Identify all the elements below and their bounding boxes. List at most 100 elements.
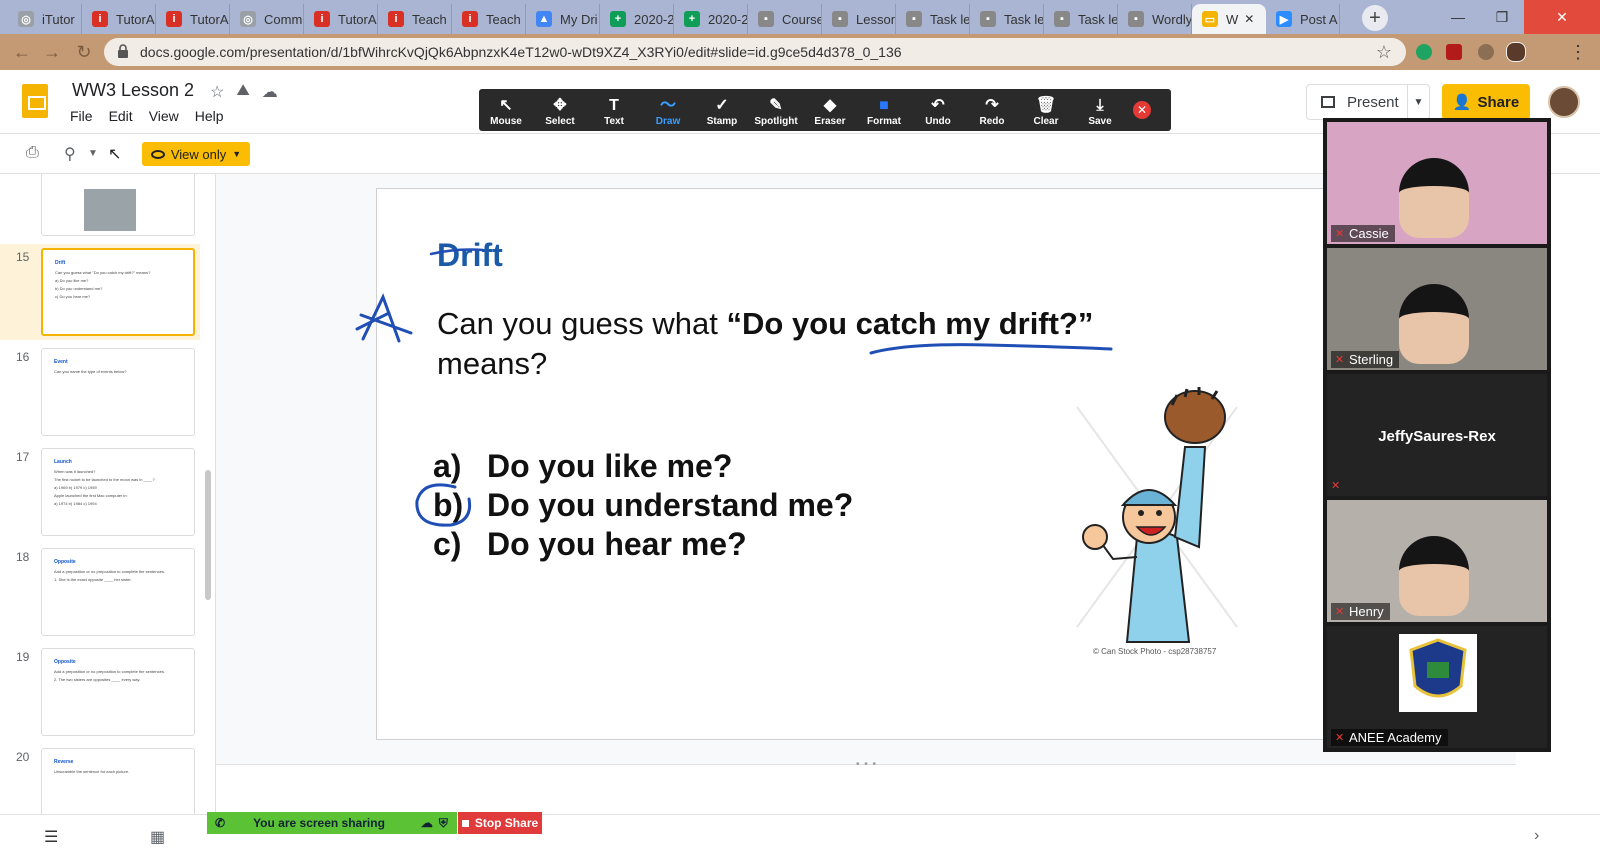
extension-chat-icon[interactable]	[1416, 44, 1432, 60]
reload-icon[interactable]: ↻	[72, 41, 96, 63]
menu-item-view[interactable]: View	[149, 108, 179, 124]
browser-tab[interactable]: ▪ Wordly	[1118, 4, 1192, 34]
slide-thumbnail-item[interactable]	[0, 174, 200, 240]
browser-tab[interactable]: ▪ Task le	[896, 4, 970, 34]
select-cursor-icon[interactable]: ↖	[108, 144, 121, 164]
url-field[interactable]: docs.google.com/presentation/d/1bfWihrcK…	[104, 38, 1406, 66]
browser-tab[interactable]: ▭ W ✕	[1192, 4, 1266, 34]
participant-tile[interactable]: Cassie ✕	[1327, 122, 1547, 244]
back-icon[interactable]: ←	[10, 41, 34, 63]
move-to-drive-icon[interactable]: ⛰	[236, 82, 249, 102]
star-icon[interactable]: ☆	[210, 82, 224, 102]
browser-tab[interactable]: i TutorA	[156, 4, 230, 34]
account-avatar[interactable]	[1548, 86, 1580, 118]
slide-thumbnail-item[interactable]: 15 Drift Can you guess what "Do you catch …	[0, 244, 200, 340]
cloud-status-icon[interactable]: ☁	[262, 82, 278, 102]
browser-tab[interactable]: +2020-2	[674, 4, 748, 34]
browser-tab[interactable]: i TutorA	[304, 4, 378, 34]
close-annotation-icon[interactable]: ✕	[1133, 101, 1151, 119]
annotate-spotlight-button[interactable]: ✎ Spotlight	[749, 89, 803, 131]
browser-tab[interactable]: ▪ Course	[748, 4, 822, 34]
present-dropdown-icon[interactable]: ▼	[1407, 85, 1429, 119]
annotate-draw-button[interactable]: 〜 Draw	[641, 89, 695, 131]
browser-tab[interactable]: ▪ Task le	[970, 4, 1044, 34]
annotate-clear-button[interactable]: 🗑 Clear	[1019, 89, 1073, 131]
browser-menu-icon[interactable]: ⋮	[1566, 41, 1590, 63]
zoom-icon[interactable]: ⚲	[64, 144, 76, 164]
annotate-text-button[interactable]: T Text	[587, 89, 641, 131]
browser-tab[interactable]: ▪ Lesson	[822, 4, 896, 34]
slides-logo-icon[interactable]	[22, 84, 48, 118]
slide-thumbnail-item[interactable]: 18 Opposite Add a preposition or no prepos…	[0, 544, 200, 640]
slide-thumbnail-item[interactable]: 20 Reverse Unscramble the sentence for eac…	[0, 744, 200, 814]
profile-avatar[interactable]	[1506, 42, 1526, 62]
annotate-undo-button[interactable]: ↶ Undo	[911, 89, 965, 131]
view-only-button[interactable]: View only ▼	[142, 142, 250, 166]
annotate-select-button[interactable]: ✥ Select	[533, 89, 587, 131]
document-title[interactable]: WW3 Lesson 2	[72, 80, 194, 101]
slide-thumbnail-item[interactable]: 19 Opposite Add a preposition or no prepos…	[0, 644, 200, 740]
participant-tile[interactable]: ANEE Academy ✕	[1327, 626, 1547, 748]
browser-tab[interactable]: +2020-2	[600, 4, 674, 34]
slide-filmstrip[interactable]: 20 Reverse Unscramble the sentence for eac…	[0, 174, 216, 814]
share-button[interactable]: 👤 Share	[1442, 84, 1530, 120]
menu-item-edit[interactable]: Edit	[109, 108, 133, 124]
thumbnail-title: Launch	[54, 459, 72, 465]
slide-thumbnail[interactable]: Event Can you name the type of events bel…	[41, 348, 195, 436]
participant-tile[interactable]: Sterling ✕	[1327, 248, 1547, 370]
bookmark-star-icon[interactable]: ☆	[1376, 42, 1392, 63]
participant-tile[interactable]: JeffySaures-Rex ✕	[1327, 374, 1547, 496]
resize-handle-icon[interactable]: • • •	[856, 759, 877, 770]
slide-thumbnail[interactable]: Opposite Add a preposition or no preposit…	[41, 548, 195, 636]
print-icon[interactable]: ⎙	[26, 144, 39, 162]
menu-item-file[interactable]: File	[70, 108, 93, 124]
close-tab-icon[interactable]: ✕	[1244, 12, 1254, 26]
current-slide[interactable]: Drift Can you guess what “Do you catch m…	[355, 188, 1336, 740]
minimize-button[interactable]: —	[1436, 0, 1480, 34]
stop-share-label: Stop Share	[474, 816, 539, 830]
speaker-notes[interactable]: • • •	[216, 759, 1516, 814]
side-panel-toggle-icon[interactable]: ›	[1534, 827, 1539, 845]
browser-tab[interactable]: ◎ iTutor	[8, 4, 82, 34]
ink-underline-annotation	[869, 343, 1113, 355]
slide-thumbnail[interactable]: Reverse Unscramble the sentence for each …	[41, 748, 195, 814]
filmstrip-scrollbar[interactable]	[205, 470, 211, 600]
annotate-eraser-button[interactable]: ◆ Eraser	[803, 89, 857, 131]
browser-tab[interactable]: i Teach	[378, 4, 452, 34]
maximize-button[interactable]: ❐	[1480, 0, 1524, 34]
slide-thumbnail[interactable]: Drift Can you guess what "Do you catch my…	[41, 248, 195, 336]
browser-tab[interactable]: ▪ Task le	[1044, 4, 1118, 34]
browser-tab[interactable]: i Teach	[452, 4, 526, 34]
annotate-stamp-button[interactable]: ✓ Stamp	[695, 89, 749, 131]
slide-thumbnail[interactable]: Opposite Add a preposition or no preposit…	[41, 648, 195, 736]
participant-tile[interactable]: Henry ✕	[1327, 500, 1547, 622]
browser-tab[interactable]: i TutorA	[82, 4, 156, 34]
slide-number: 17	[16, 450, 30, 464]
thumbnail-text: Apple launched the first Mac computer in…	[54, 493, 128, 498]
grid-view-icon[interactable]: ▦	[150, 827, 165, 847]
browser-tab[interactable]: ▶ Post A	[1266, 4, 1340, 34]
dropdown-icon: ▼	[232, 149, 242, 159]
annotate-mouse-button[interactable]: ↖ Mouse	[479, 89, 533, 131]
new-tab-button[interactable]: +	[1362, 5, 1388, 31]
zoom-dropdown-icon[interactable]: ▼	[88, 148, 98, 159]
list-view-icon[interactable]: ☰	[44, 827, 58, 847]
extension-puzzle-icon[interactable]	[1478, 44, 1494, 60]
annotate-save-button[interactable]: ⤓ Save	[1073, 89, 1127, 131]
extension-ublock-icon[interactable]	[1446, 44, 1462, 60]
stop-share-button[interactable]: Stop Share	[458, 812, 542, 834]
browser-tab[interactable]: ▲ My Dri	[526, 4, 600, 34]
annotate-redo-button[interactable]: ↷ Redo	[965, 89, 1019, 131]
close-window-button[interactable]: ✕	[1524, 0, 1600, 34]
slide-thumbnail-item[interactable]: 17 Launch When was it launched? The first r…	[0, 444, 200, 540]
tab-label: Task le	[1078, 11, 1118, 27]
slide-thumbnail-item[interactable]: 16 Event Can you name the type of events b…	[0, 344, 200, 440]
menu-item-help[interactable]: Help	[195, 108, 224, 124]
slide-thumbnail[interactable]	[41, 174, 195, 236]
browser-tab[interactable]: ◎ Comm	[230, 4, 304, 34]
annotate-format-button[interactable]: ■ Format	[857, 89, 911, 131]
forward-icon[interactable]: →	[40, 41, 64, 63]
tab-label: Task le	[1004, 11, 1044, 27]
present-button[interactable]: Present ▼	[1306, 84, 1430, 120]
slide-thumbnail[interactable]: Launch When was it launched? The first roc…	[41, 448, 195, 536]
